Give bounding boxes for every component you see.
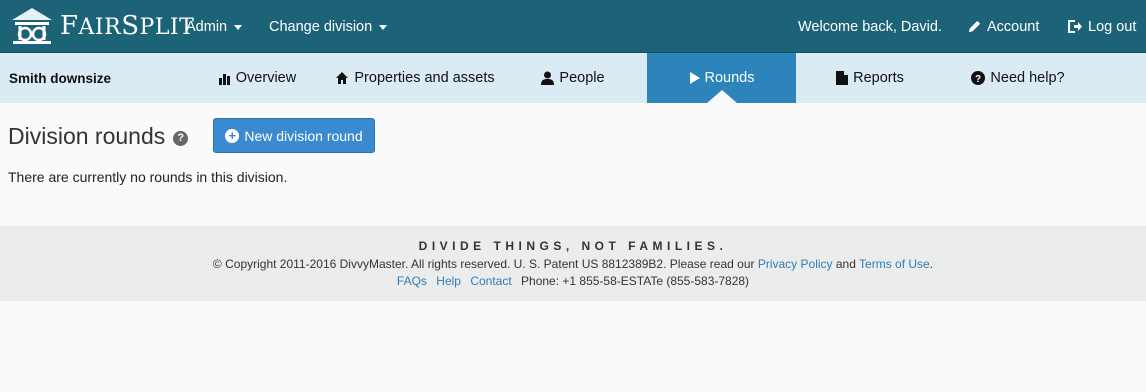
welcome-message: Welcome back, David. [798, 18, 942, 35]
user-icon [541, 71, 555, 85]
tab-rounds[interactable]: Rounds [647, 53, 796, 103]
plus-circle-icon: + [225, 128, 240, 143]
page-title: Division rounds ? [8, 123, 189, 150]
and-text: and [835, 257, 856, 271]
question-circle-icon: ? [971, 71, 986, 85]
tab-people[interactable]: People [525, 53, 621, 103]
faqs-link[interactable]: FAQs [397, 274, 427, 288]
logout-icon [1067, 19, 1083, 34]
help-question-icon[interactable]: ? [173, 130, 189, 146]
svg-text:?: ? [975, 74, 981, 85]
account-link[interactable]: Account [967, 0, 1039, 53]
pencil-icon [967, 19, 982, 34]
contact-link[interactable]: Contact [470, 274, 511, 288]
footer-tagline: DIVIDE THINGS, NOT FAMILIES. [418, 239, 728, 253]
tab-properties-and-assets[interactable]: Properties and assets [322, 53, 508, 103]
tab-overview[interactable]: Overview [205, 53, 309, 103]
fairsplit-logo-icon [12, 8, 52, 44]
tab-rounds-label: Rounds [704, 70, 755, 86]
tab-people-label: People [559, 70, 605, 86]
period-text: . [929, 257, 934, 271]
division-name: Smith downsize [9, 70, 112, 86]
tab-reports-label: Reports [853, 70, 904, 86]
tab-need-help[interactable]: ? Need help? [960, 53, 1076, 103]
footer-copyright: © Copyright 2011-2016 DivvyMaster. All r… [0, 257, 1146, 271]
home-icon [335, 71, 349, 85]
help-link[interactable]: Help [436, 274, 461, 288]
tab-need-help-label: Need help? [990, 70, 1065, 86]
brand-logo-link[interactable]: FAIRSPLIT [8, 6, 194, 46]
document-icon [836, 71, 849, 85]
privacy-policy-link[interactable]: Privacy Policy [758, 257, 833, 271]
division-navbar: Smith downsize Overview Properties and a… [0, 53, 1146, 103]
empty-rounds-message: There are currently no rounds in this di… [8, 169, 288, 185]
account-label: Account [987, 18, 1040, 35]
footer-links: FAQs Help Contact Phone: +1 855-58-ESTAT… [0, 274, 1146, 288]
admin-label: Admin [186, 18, 228, 35]
change-division-dropdown[interactable]: Change division [269, 0, 388, 53]
footer: DIVIDE THINGS, NOT FAMILIES. © Copyright… [0, 226, 1146, 301]
phone-text: Phone: +1 855-58-ESTATe (855-583-7828) [521, 274, 750, 288]
tab-properties-label: Properties and assets [354, 70, 495, 86]
brand-name: FAIRSPLIT [60, 11, 195, 41]
new-division-round-label: New division round [244, 127, 363, 144]
new-division-round-button[interactable]: + New division round [213, 118, 375, 153]
admin-dropdown[interactable]: Admin [186, 0, 243, 53]
page-title-text: Division rounds [8, 123, 166, 149]
tab-reports[interactable]: Reports [820, 53, 920, 103]
copyright-text: © Copyright 2011-2016 DivvyMaster. All r… [212, 257, 755, 271]
chevron-down-icon [234, 25, 243, 30]
bar-chart-icon [218, 72, 231, 85]
terms-of-use-link[interactable]: Terms of Use [859, 257, 930, 271]
logout-label: Log out [1088, 18, 1137, 35]
play-icon [689, 72, 700, 84]
chevron-down-icon [379, 25, 388, 30]
top-navbar: FAIRSPLIT Admin Change division Welcome … [0, 0, 1146, 53]
logout-link[interactable]: Log out [1067, 0, 1136, 53]
tab-overview-label: Overview [235, 70, 297, 86]
change-division-label: Change division [269, 18, 373, 35]
